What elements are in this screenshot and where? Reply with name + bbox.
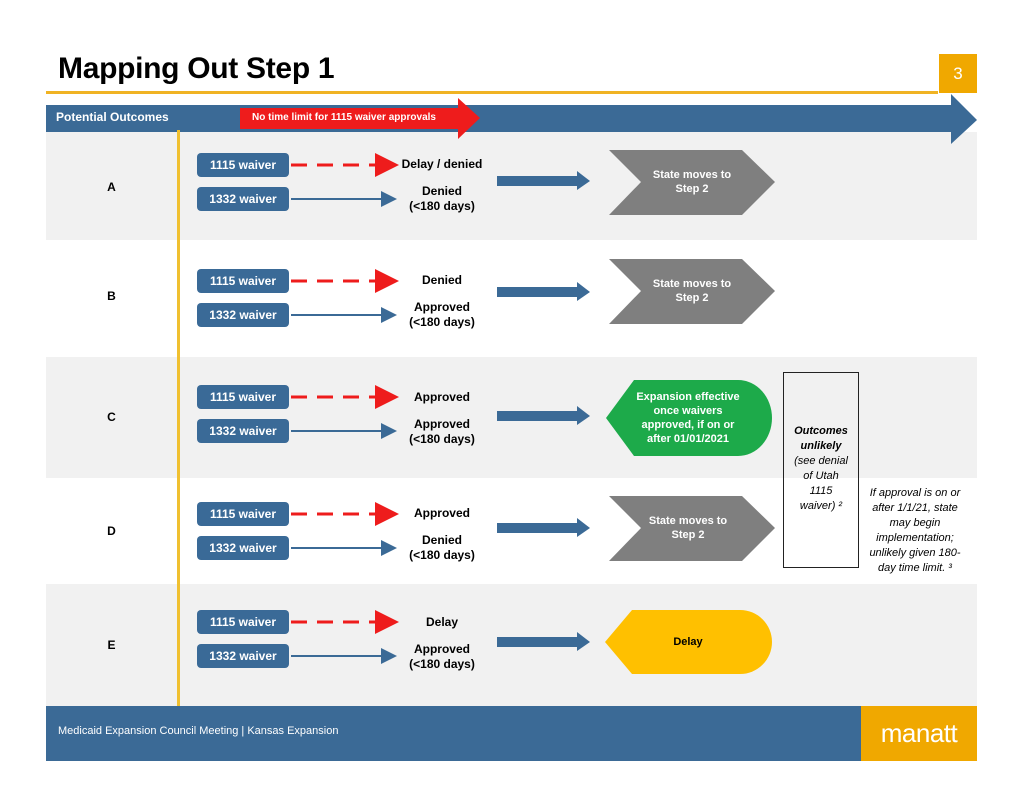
outcome-1332-b-status: Approved (413, 300, 470, 314)
note-line4: waiver) ² (799, 500, 843, 512)
outcome-1115-b: Denied (421, 273, 462, 287)
row-label-e: E (107, 638, 116, 652)
outcome-1115-d: Approved (413, 506, 470, 520)
outcome-1332-b: Approved (<180 days) (387, 300, 497, 330)
note-line3: 1115 (809, 485, 833, 497)
outcome-1332-c-status: Approved (413, 417, 470, 431)
flow-connectors (291, 150, 775, 674)
block-arrow-a (497, 171, 590, 190)
result-label-b: State moves to Step 2 (632, 277, 752, 305)
outcome-1332-e-timing: (<180 days) (409, 657, 475, 671)
result-label-e: Delay (628, 635, 748, 649)
waiver-1115-b: 1115 waiver (197, 269, 289, 293)
note-line2: of Utah (803, 470, 839, 482)
result-a-line1: State moves to (652, 169, 732, 181)
outcome-1332-a-status: Denied (421, 184, 462, 198)
side-note-line3: may begin (889, 517, 941, 529)
result-b-line1: State moves to (652, 278, 732, 290)
outcome-1332-d: Denied (<180 days) (387, 533, 497, 563)
result-a-line2: Step 2 (675, 183, 709, 195)
outcome-1332-c: Approved (<180 days) (387, 417, 497, 447)
note-bold-line2: unlikely (800, 440, 842, 452)
outcome-1332-a: Denied (<180 days) (387, 184, 497, 214)
row-label-c: C (107, 410, 116, 424)
waiver-1332-e: 1332 waiver (197, 644, 289, 668)
result-e-line1: Delay (673, 636, 703, 648)
side-note-line1: If approval is on or (869, 487, 961, 499)
result-c-line3: approved, if on or (641, 419, 735, 431)
note-bold-line1: Outcomes (794, 425, 848, 437)
outcome-1332-b-timing: (<180 days) (409, 315, 475, 329)
side-note: If approval is on or after 1/1/21, state… (862, 486, 968, 576)
row-label-d: D (107, 524, 116, 538)
waiver-1115-d: 1115 waiver (197, 502, 289, 526)
manatt-logo: manatt (861, 706, 977, 761)
block-arrow-c (497, 406, 590, 425)
waiver-1115-e: 1115 waiver (197, 610, 289, 634)
waiver-1115-c: 1115 waiver (197, 385, 289, 409)
outcome-1332-c-timing: (<180 days) (409, 432, 475, 446)
outcome-1332-d-timing: (<180 days) (409, 548, 475, 562)
row-label-b: B (107, 289, 116, 303)
waiver-1115-a: 1115 waiver (197, 153, 289, 177)
result-label-d: State moves to Step 2 (628, 514, 748, 542)
side-note-line2: after 1/1/21, state (872, 502, 958, 514)
footer-text: Medicaid Expansion Council Meeting | Kan… (58, 725, 339, 737)
block-arrow-b (497, 282, 590, 301)
block-arrow-e (497, 632, 590, 651)
outcomes-unlikely-text: Outcomes unlikely (see denial of Utah 11… (783, 424, 859, 514)
side-note-line6: day time limit. ³ (878, 562, 952, 574)
note-line1: (see denial (794, 455, 848, 467)
side-note-line5: unlikely given 180- (869, 547, 961, 559)
result-c-line4: after 01/01/2021 (647, 433, 729, 445)
outcome-1332-d-status: Denied (421, 533, 462, 547)
waiver-1332-a: 1332 waiver (197, 187, 289, 211)
result-c-line1: Expansion effective (636, 391, 740, 403)
outcome-1332-e-status: Approved (413, 642, 470, 656)
block-arrow-d (497, 518, 590, 537)
row-label-a: A (107, 180, 116, 194)
outcome-1332-e: Approved (<180 days) (387, 642, 497, 672)
result-label-c: Expansion effective once waivers approved,… (620, 390, 756, 446)
outcome-1115-c: Approved (413, 390, 470, 404)
result-c-line2: once waivers (653, 405, 723, 417)
outcome-1115-a: Delay / denied (401, 157, 483, 171)
waiver-1332-c: 1332 waiver (197, 419, 289, 443)
waiver-1332-d: 1332 waiver (197, 536, 289, 560)
outcome-1332-a-timing: (<180 days) (409, 199, 475, 213)
result-d-line1: State moves to (648, 515, 728, 527)
result-b-line2: Step 2 (675, 292, 709, 304)
result-d-line2: Step 2 (671, 529, 705, 541)
result-label-a: State moves to Step 2 (632, 168, 752, 196)
outcome-1115-e: Delay (425, 615, 459, 629)
waiver-1332-b: 1332 waiver (197, 303, 289, 327)
side-note-line4: implementation; (876, 532, 954, 544)
